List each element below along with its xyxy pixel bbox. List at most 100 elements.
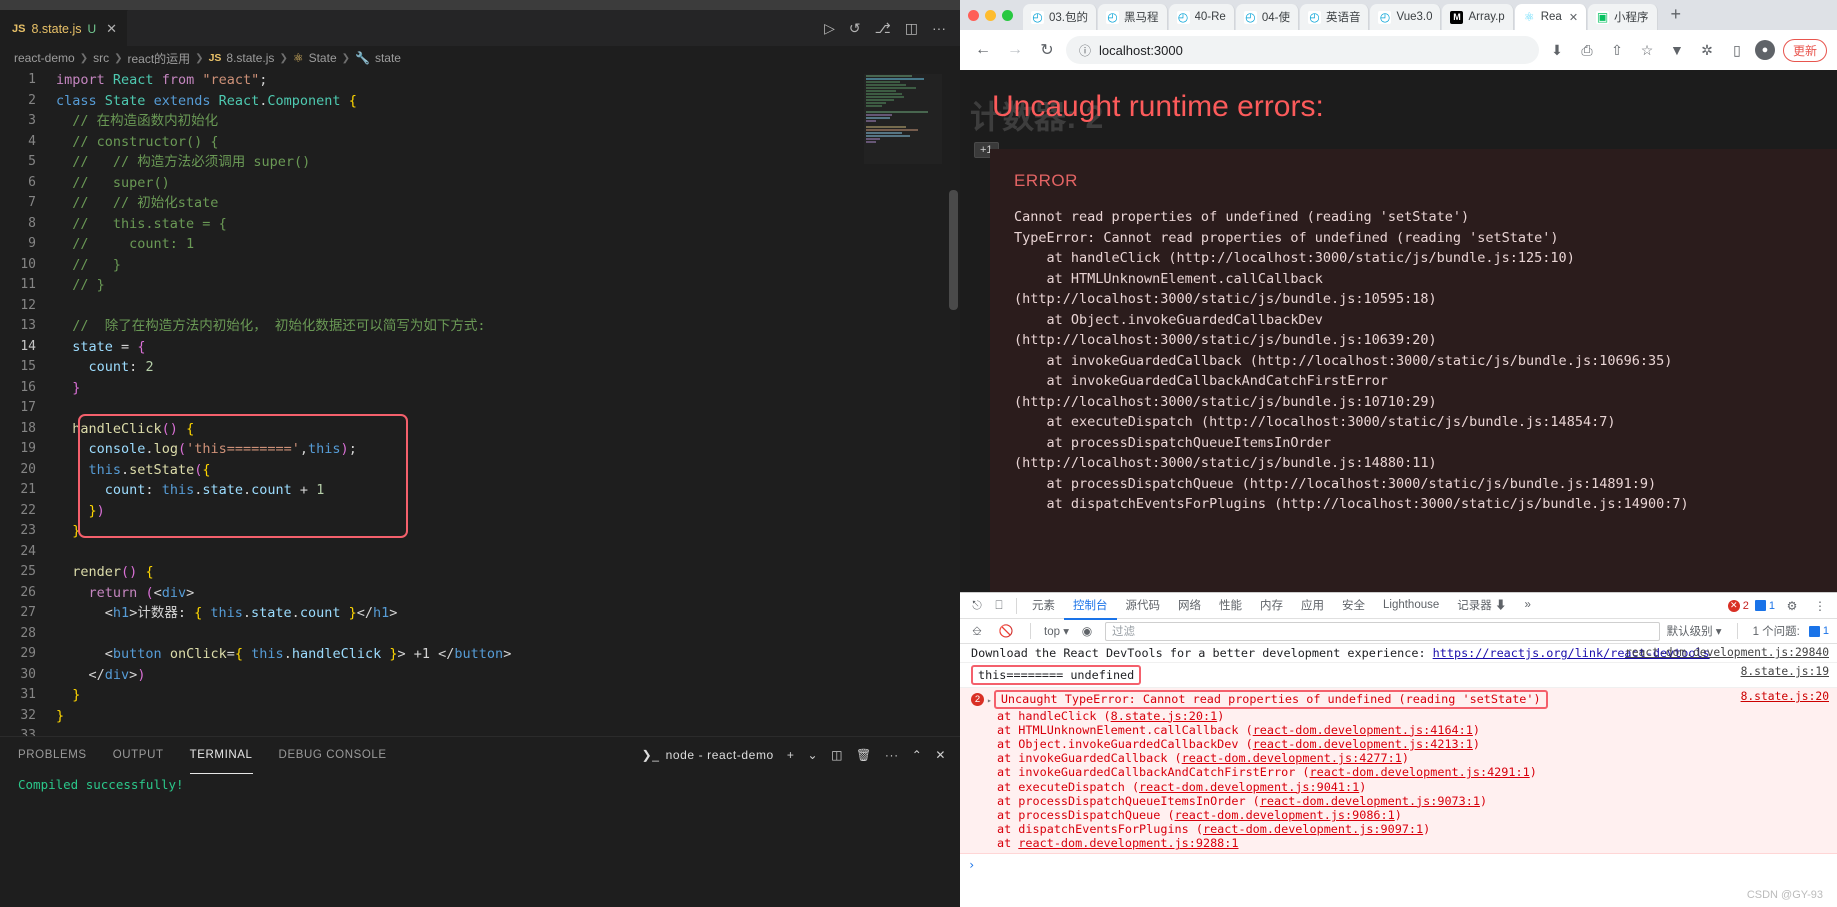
download-icon[interactable]: ⬇ <box>1545 38 1569 62</box>
panel-more-icon[interactable]: ··· <box>885 748 899 762</box>
back-icon[interactable]: ← <box>970 37 996 63</box>
editor-scrollbar[interactable] <box>949 190 958 310</box>
more-actions-icon[interactable]: ··· <box>932 20 946 36</box>
stack-frame-link[interactable]: react-dom.development.js:9041:1 <box>1139 780 1359 794</box>
stack-frame-link[interactable]: react-dom.development.js:4291:1 <box>1310 765 1530 779</box>
code-lines[interactable]: 1 import React from "react"; 2 class State … <box>0 70 960 736</box>
new-terminal-icon[interactable]: + <box>787 748 795 762</box>
stack-frame-link[interactable]: react-dom.development.js:4277:1 <box>1182 751 1402 765</box>
browser-tab[interactable]: ▣ 小程序 <box>1588 4 1658 30</box>
browser-tab[interactable]: ◴ 03.包的 <box>1023 4 1097 30</box>
browser-tab[interactable]: ◴ 40-Re <box>1168 4 1235 30</box>
stack-frame-link[interactable]: react-dom.development.js:9086:1 <box>1175 808 1395 822</box>
close-icon[interactable]: ✕ <box>106 21 117 37</box>
code-line[interactable]: 2 class State extends React.Component { <box>0 91 960 112</box>
context-selector[interactable]: top ▾ <box>1044 624 1069 638</box>
breadcrumb-item-class[interactable]: State <box>309 51 337 65</box>
close-window-button[interactable] <box>968 9 979 21</box>
code-line[interactable]: 1 import React from "react"; <box>0 70 960 91</box>
devtools-tab-应用[interactable]: 应用 <box>1292 592 1333 620</box>
tab-debug-console[interactable]: DEBUG CONSOLE <box>279 741 387 769</box>
code-line[interactable]: 19 console.log('this========',this); <box>0 439 960 460</box>
code-line[interactable]: 8 // this.state = { <box>0 214 960 235</box>
devtools-tab-源代码[interactable]: 源代码 <box>1117 592 1170 620</box>
address-bar[interactable]: ⓘ localhost:3000 <box>1066 36 1539 64</box>
code-line[interactable]: 12 <box>0 296 960 317</box>
browser-tab[interactable]: ◴ Vue3.0 <box>1370 4 1442 30</box>
split-editor-icon[interactable]: ◫ <box>905 20 918 37</box>
console-source-link[interactable]: 8.state.js:19 <box>1741 665 1829 679</box>
device-toolbar-icon[interactable]: ⎕ <box>988 595 1010 617</box>
tab-terminal[interactable]: TERMINAL <box>189 741 253 774</box>
browser-tab[interactable]: M Array.p <box>1442 4 1514 30</box>
code-line[interactable]: 7 // // 初始化state <box>0 193 960 214</box>
breadcrumb-item-folder[interactable]: react的运用 <box>127 50 190 67</box>
code-line[interactable]: 11 // } <box>0 275 960 296</box>
breadcrumb-item-react-demo[interactable]: react-demo <box>14 51 75 65</box>
devtools-tab-安全[interactable]: 安全 <box>1333 592 1374 620</box>
log-level-selector[interactable]: 默认级别 ▾ <box>1667 623 1722 639</box>
stack-frame-link[interactable]: react-dom.development.js:4164:1 <box>1253 723 1473 737</box>
stack-frame-link[interactable]: react-dom.development.js:4213:1 <box>1253 737 1473 751</box>
history-icon[interactable]: ↺ <box>849 20 861 37</box>
code-line[interactable]: 18 handleClick() { <box>0 419 960 440</box>
split-terminal-icon[interactable]: ◫ <box>831 748 843 762</box>
code-line[interactable]: 10 // } <box>0 255 960 276</box>
forward-icon[interactable]: → <box>1002 37 1028 63</box>
code-line[interactable]: 31 } <box>0 685 960 706</box>
code-line[interactable]: 16 } <box>0 378 960 399</box>
tab-output[interactable]: OUTPUT <box>113 741 164 769</box>
kill-terminal-icon[interactable]: 🗑 <box>856 748 872 762</box>
devtools-tab-内存[interactable]: 内存 <box>1251 592 1292 620</box>
browser-tab[interactable]: ◴ 黑马程 <box>1098 4 1168 30</box>
split-down-icon[interactable]: ⎇ <box>875 20 891 37</box>
live-expression-icon[interactable]: ◉ <box>1076 620 1098 642</box>
stack-frame-link[interactable]: react-dom.development.js:9288:1 <box>1018 836 1238 850</box>
devtools-tab-Lighthouse[interactable]: Lighthouse <box>1374 594 1448 618</box>
console-messages[interactable]: Download the React DevTools for a better… <box>960 644 1837 854</box>
filter-input[interactable]: 过滤 <box>1104 621 1660 641</box>
close-panel-icon[interactable]: ✕ <box>935 748 946 762</box>
sidebar-icon[interactable]: ▯ <box>1725 38 1749 62</box>
minimize-window-button[interactable] <box>985 9 996 21</box>
code-line[interactable]: 5 // // 构造方法必须调用 super() <box>0 152 960 173</box>
code-line[interactable]: 20 this.setState({ <box>0 460 960 481</box>
browser-tab[interactable]: ◴ 英语音 <box>1299 4 1370 30</box>
code-line[interactable]: 30 </div>) <box>0 665 960 686</box>
devtools-tab-控制台[interactable]: 控制台 <box>1064 592 1117 620</box>
browser-tab[interactable]: ◴ 04-使 <box>1235 4 1299 30</box>
console-error-row[interactable]: 2 ▸ Uncaught TypeError: Cannot read proper… <box>960 688 1837 854</box>
minimap[interactable] <box>864 74 942 164</box>
devtools-tab-元素[interactable]: 元素 <box>1023 592 1064 620</box>
reload-icon[interactable]: ↻ <box>1034 37 1060 63</box>
close-icon[interactable]: ✕ <box>1569 11 1578 24</box>
breadcrumb-item-src[interactable]: src <box>93 51 109 65</box>
chevron-down-icon[interactable]: ⌄ <box>807 748 818 762</box>
breadcrumb-item-member[interactable]: state <box>375 51 401 65</box>
code-line[interactable]: 4 // constructor() { <box>0 132 960 153</box>
error-badge[interactable]: ✕ 2 <box>1727 599 1749 612</box>
terminal-instance-label[interactable]: ❯_ node - react-demo <box>642 748 774 762</box>
avatar[interactable]: ● <box>1754 40 1775 60</box>
maximize-panel-icon[interactable]: ⌃ <box>912 748 923 762</box>
code-line[interactable]: 24 <box>0 542 960 563</box>
extension-icon[interactable]: ✲ <box>1695 38 1719 62</box>
code-line[interactable]: 9 // count: 1 <box>0 234 960 255</box>
code-line[interactable]: 32} <box>0 706 960 727</box>
translate-icon[interactable]: ⎙ <box>1575 38 1599 62</box>
vimium-icon[interactable]: ▼ <box>1665 38 1689 62</box>
site-info-icon[interactable]: ⓘ <box>1079 42 1091 59</box>
code-line[interactable]: 3 // 在构造函数内初始化 <box>0 111 960 132</box>
console-prompt[interactable]: › <box>960 854 1837 876</box>
code-line[interactable]: 6 // super() <box>0 173 960 194</box>
code-line[interactable]: 17 <box>0 398 960 419</box>
console-sidebar-icon[interactable]: ⎒ <box>966 620 988 642</box>
devtools-tab-网络[interactable]: 网络 <box>1169 592 1210 620</box>
issues-badge[interactable]: 1 <box>1808 625 1829 637</box>
code-line[interactable]: 13 // 除了在构造方法内初始化， 初始化数据还可以简写为如下方式: <box>0 316 960 337</box>
kebab-menu-icon[interactable]: ⋮ <box>1809 595 1831 617</box>
maximize-window-button[interactable] <box>1002 9 1013 21</box>
issues-label[interactable]: 1 个问题: <box>1753 623 1800 639</box>
code-line[interactable]: 22 }) <box>0 501 960 522</box>
tab-problems[interactable]: PROBLEMS <box>18 741 87 769</box>
